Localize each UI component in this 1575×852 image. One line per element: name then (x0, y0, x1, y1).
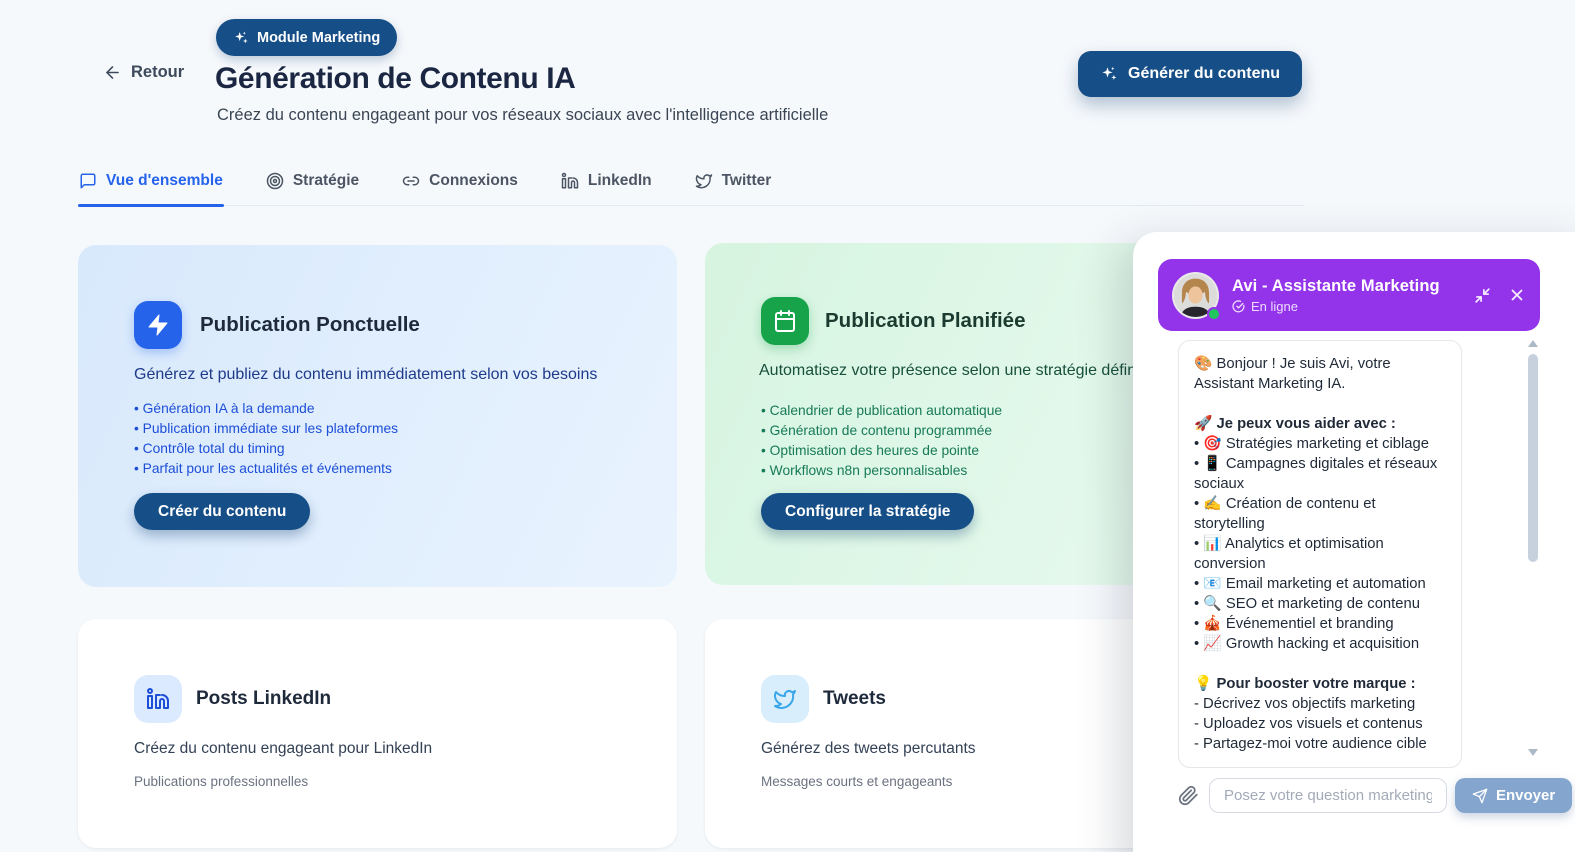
card-publication-ponctuelle: Publication Ponctuelle Générez et publie… (78, 245, 677, 587)
tab-strategie[interactable]: Stratégie (265, 168, 360, 205)
message-help-item: 🎯 Stratégies marketing et ciblage (1194, 434, 1446, 454)
bullet-item: Calendrier de publication automatique (761, 401, 1002, 421)
create-content-button[interactable]: Créer du contenu (134, 493, 310, 530)
attach-file-button[interactable] (1178, 785, 1199, 806)
twitter-icon (695, 172, 713, 190)
chat-scrollbar[interactable] (1527, 336, 1539, 764)
online-status-dot (1207, 307, 1221, 321)
send-icon (1472, 788, 1488, 804)
bullet-item: Workflows n8n personnalisables (761, 461, 1002, 481)
chat-message-area: 🎨 Bonjour ! Je suis Avi, votre Assistant… (1178, 340, 1523, 768)
tab-vue-densemble[interactable]: Vue d'ensemble (78, 168, 224, 205)
bullet-item: Contrôle total du timing (134, 439, 398, 459)
assistant-message-bubble: 🎨 Bonjour ! Je suis Avi, votre Assistant… (1178, 340, 1462, 768)
tab-label: Connexions (429, 172, 518, 190)
minimize-button[interactable] (1474, 287, 1491, 304)
send-button[interactable]: Envoyer (1455, 778, 1572, 813)
message-boost-heading: 💡 Pour booster votre marque : (1194, 674, 1446, 694)
send-label: Envoyer (1496, 787, 1555, 804)
message-boost-item: - Décrivez vos objectifs marketing (1194, 694, 1446, 714)
tab-twitter[interactable]: Twitter (694, 168, 773, 205)
message-help-item: 📧 Email marketing et automation (1194, 574, 1446, 594)
close-button[interactable] (1508, 286, 1526, 304)
message-help-item: 📱 Campagnes digitales et réseaux sociaux (1194, 454, 1446, 494)
create-content-label: Créer du contenu (158, 503, 286, 520)
generate-button-label: Générer du contenu (1128, 65, 1280, 83)
chat-status-label: En ligne (1251, 299, 1298, 314)
module-marketing-badge: Module Marketing (216, 19, 397, 56)
tab-linkedin[interactable]: LinkedIn (560, 168, 653, 205)
bullet-item: Parfait pour les actualités et événement… (134, 459, 398, 479)
scroll-up-arrow-icon[interactable] (1528, 340, 1538, 347)
back-label: Retour (131, 63, 184, 82)
card-description: Créez du contenu engageant pour LinkedIn (134, 740, 432, 758)
chat-header: Avi - Assistante Marketing En ligne (1158, 259, 1540, 331)
twitter-icon (761, 675, 809, 723)
card-bullet-list: Génération IA à la demande Publication i… (134, 399, 398, 479)
tab-label: Twitter (722, 172, 772, 190)
message-intro: 🎨 Bonjour ! Je suis Avi, votre Assistant… (1194, 354, 1446, 394)
page-subtitle: Créez du contenu engageant pour vos rése… (217, 106, 828, 125)
card-description: Générez des tweets percutants (761, 740, 976, 758)
scrollbar-thumb[interactable] (1528, 354, 1538, 562)
tab-label: LinkedIn (588, 172, 652, 190)
message-help-item: ✍️ Création de contenu et storytelling (1194, 494, 1446, 534)
card-bullet-list: Calendrier de publication automatique Gé… (761, 401, 1002, 481)
chat-titles: Avi - Assistante Marketing En ligne (1232, 277, 1440, 314)
generate-content-button[interactable]: Générer du contenu (1078, 51, 1302, 97)
sparkles-icon (1100, 65, 1118, 83)
card-title: Posts LinkedIn (196, 688, 331, 710)
chat-status: En ligne (1232, 299, 1440, 314)
chat-question-input[interactable] (1209, 778, 1447, 813)
chat-controls (1474, 286, 1526, 304)
avatar (1172, 272, 1219, 319)
back-button[interactable]: Retour (103, 63, 184, 82)
marketing-module-page: Retour Module Marketing Génération de Co… (0, 0, 1575, 852)
card-description: Automatisez votre présence selon une str… (759, 362, 1149, 380)
chat-assistant-name: Avi - Assistante Marketing (1232, 277, 1440, 296)
card-note: Publications professionnelles (134, 774, 308, 789)
minimize-icon (1474, 287, 1491, 304)
tab-label: Stratégie (293, 172, 359, 190)
card-title: Tweets (823, 688, 886, 710)
close-icon (1508, 286, 1526, 304)
zap-icon (134, 301, 182, 349)
configure-strategy-label: Configurer la stratégie (785, 503, 950, 520)
sparkles-icon (233, 30, 249, 46)
bullet-item: Génération IA à la demande (134, 399, 398, 419)
chat-widget: Avi - Assistante Marketing En ligne (1133, 232, 1575, 852)
link-icon (402, 172, 420, 190)
message-help-item: 🔍 SEO et marketing de contenu (1194, 594, 1446, 614)
tab-bar: Vue d'ensemble Stratégie Connexions Link… (78, 168, 1304, 206)
page-title: Génération de Contenu IA (215, 62, 575, 96)
linkedin-icon (134, 675, 182, 723)
tab-connexions[interactable]: Connexions (401, 168, 519, 205)
calendar-icon (761, 297, 809, 345)
bullet-item: Publication immédiate sur les plateforme… (134, 419, 398, 439)
arrow-left-icon (103, 63, 122, 82)
bullet-item: Optimisation des heures de pointe (761, 441, 1002, 461)
message-help-item: 📊 Analytics et optimisation conversion (1194, 534, 1446, 574)
card-posts-linkedin[interactable]: Posts LinkedIn Créez du contenu engagean… (78, 619, 677, 848)
paperclip-icon (1178, 785, 1199, 806)
card-description: Générez et publiez du contenu immédiatem… (134, 366, 597, 384)
linkedin-icon (561, 172, 579, 190)
bullet-item: Génération de contenu programmée (761, 421, 1002, 441)
message-boost-item: - Uploadez vos visuels et contenus (1194, 714, 1446, 734)
message-help-item: 📈 Growth hacking et acquisition (1194, 634, 1446, 654)
target-icon (266, 172, 284, 190)
chat-input-row: Envoyer (1178, 778, 1575, 813)
card-title: Publication Ponctuelle (200, 313, 420, 337)
scroll-down-arrow-icon[interactable] (1528, 749, 1538, 756)
message-help-item: 🎪 Événementiel et branding (1194, 614, 1446, 634)
card-title: Publication Planifiée (825, 309, 1026, 333)
configure-strategy-button[interactable]: Configurer la stratégie (761, 493, 974, 530)
tab-label: Vue d'ensemble (106, 172, 223, 190)
card-note: Messages courts et engageants (761, 774, 952, 789)
message-square-icon (79, 172, 97, 190)
badge-label: Module Marketing (257, 30, 380, 46)
message-help-heading: 🚀 Je peux vous aider avec : (1194, 414, 1446, 434)
check-circle-icon (1232, 300, 1245, 313)
message-boost-item: - Partagez-moi votre audience cible (1194, 734, 1446, 754)
